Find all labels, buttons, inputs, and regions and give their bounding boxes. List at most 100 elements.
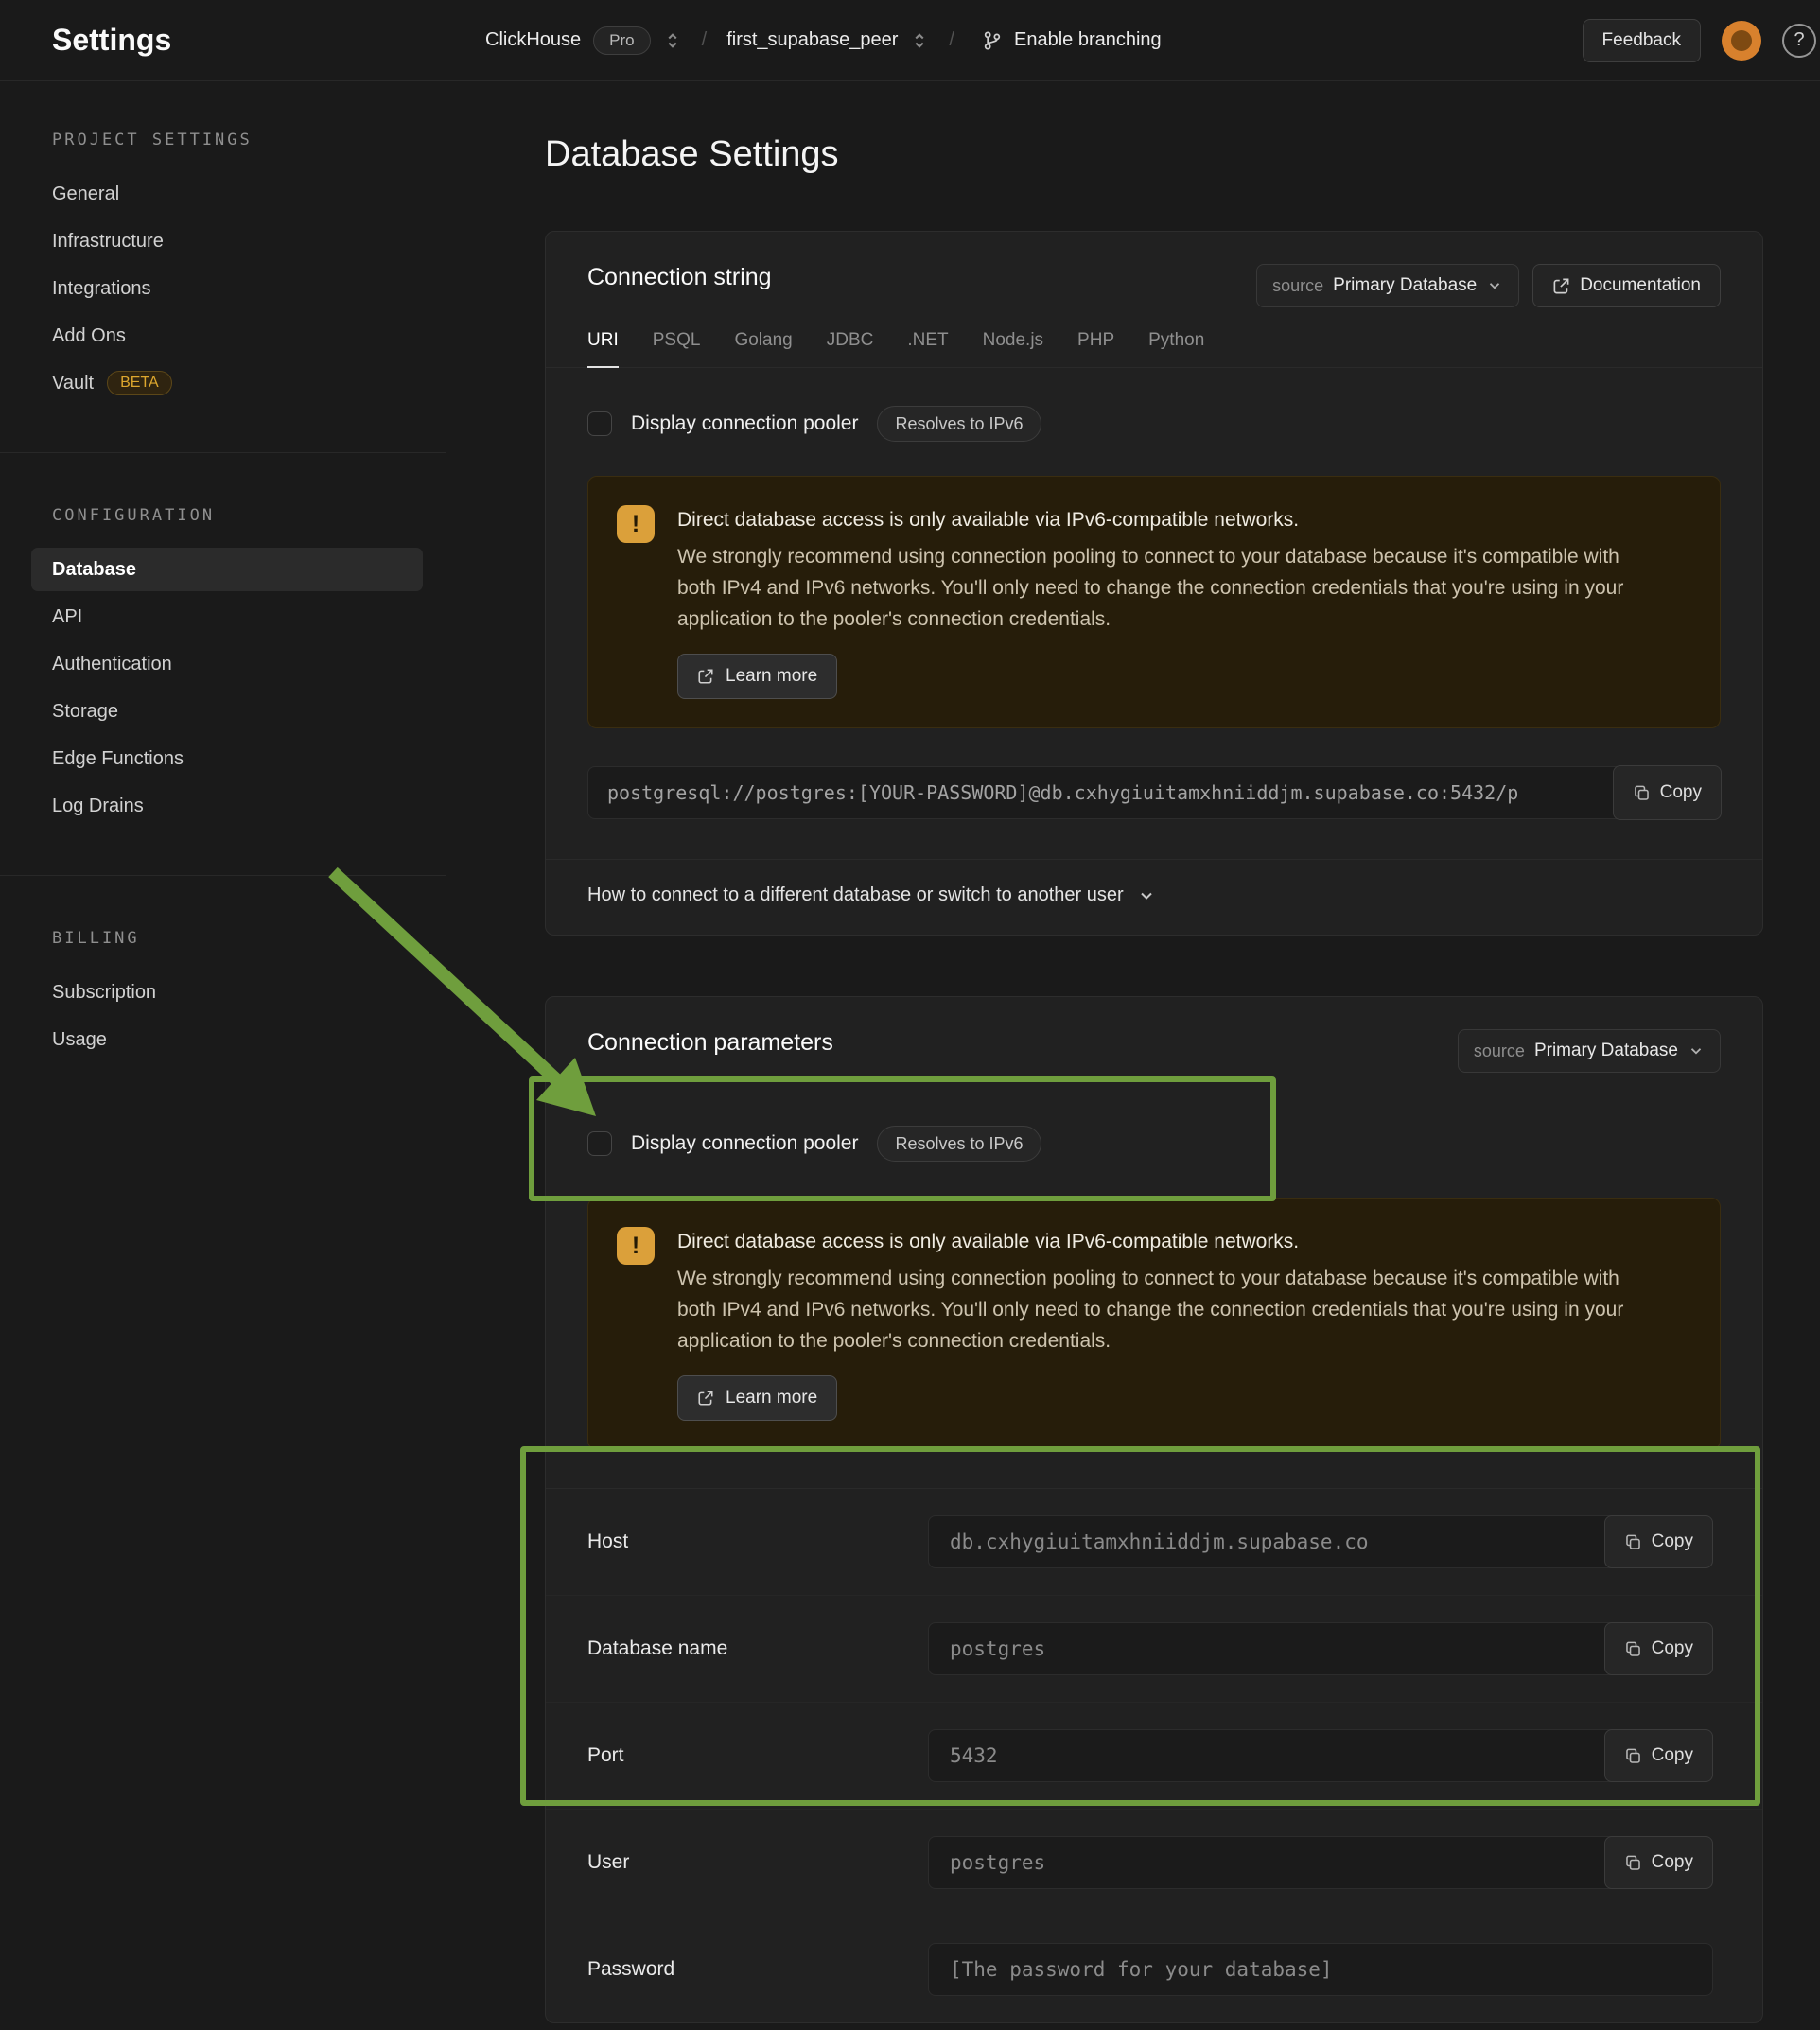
sidebar-item-infrastructure[interactable]: Infrastructure	[31, 219, 423, 263]
learn-more-button[interactable]: Learn more	[677, 654, 837, 699]
breadcrumb-project[interactable]: first_supabase_peer	[726, 29, 898, 51]
tab-golang[interactable]: Golang	[734, 330, 792, 368]
tab-nodejs[interactable]: Node.js	[983, 330, 1043, 368]
sidebar-item-database[interactable]: Database	[31, 548, 423, 591]
sidebar-section-project-settings: PROJECT SETTINGS General Infrastructure …	[0, 131, 446, 405]
connect-help-toggle[interactable]: How to connect to a different database o…	[546, 859, 1762, 935]
tab-dotnet[interactable]: .NET	[907, 330, 948, 368]
copy-button[interactable]: Copy	[1604, 1836, 1713, 1889]
sidebar-divider	[0, 875, 446, 876]
copy-button[interactable]: Copy	[1604, 1622, 1713, 1675]
alert-icon: !	[617, 1227, 655, 1265]
sidebar-section-title: CONFIGURATION	[31, 506, 423, 525]
settings-header: Settings	[0, 23, 446, 58]
sidebar-item-add-ons[interactable]: Add Ons	[31, 314, 423, 358]
external-link-icon	[697, 668, 714, 685]
settings-sidebar: PROJECT SETTINGS General Infrastructure …	[0, 81, 446, 2030]
ipv6-warning: ! Direct database access is only availab…	[587, 1198, 1721, 1450]
enable-branching-button[interactable]: Enable branching	[974, 29, 1162, 51]
param-row-database-name: Database name postgres Copy	[546, 1595, 1762, 1702]
source-value: Primary Database	[1534, 1041, 1678, 1061]
copy-label: Copy	[1652, 1852, 1693, 1873]
pooler-label: Display connection pooler	[631, 412, 858, 435]
source-label: source	[1474, 1041, 1525, 1061]
tab-psql[interactable]: PSQL	[653, 330, 701, 368]
sidebar-item-vault[interactable]: Vault BETA	[31, 361, 423, 405]
tab-php[interactable]: PHP	[1077, 330, 1114, 368]
help-icon[interactable]: ?	[1782, 24, 1816, 58]
breadcrumb-separator: /	[694, 29, 715, 51]
port-input[interactable]: 5432 Copy	[928, 1729, 1713, 1782]
password-input[interactable]	[950, 1958, 1691, 1981]
warning-body: We strongly recommend using connection p…	[677, 541, 1661, 635]
sidebar-item-label: Vault	[52, 373, 94, 394]
param-row-user: User postgres Copy	[546, 1809, 1762, 1916]
sidebar-section-billing: BILLING Subscription Usage	[0, 929, 446, 1061]
sidebar-item-subscription[interactable]: Subscription	[31, 971, 423, 1014]
param-value: 5432	[950, 1744, 998, 1767]
beta-badge: BETA	[107, 371, 172, 395]
body-row: PROJECT SETTINGS General Infrastructure …	[0, 81, 1820, 2030]
connection-string-title: Connection string	[587, 264, 772, 291]
sidebar-item-log-drains[interactable]: Log Drains	[31, 784, 423, 828]
breadcrumb: ClickHouse Pro / first_supabase_peer / E…	[446, 26, 1162, 55]
pooler-row: Display connection pooler Resolves to IP…	[587, 1126, 1721, 1162]
database-name-input[interactable]: postgres Copy	[928, 1622, 1713, 1675]
connection-string-input[interactable]: postgresql://postgres:[YOUR-PASSWORD]@db…	[587, 766, 1721, 819]
sidebar-item-general[interactable]: General	[31, 172, 423, 216]
tab-jdbc[interactable]: JDBC	[827, 330, 874, 368]
copy-button[interactable]: Copy	[1613, 765, 1722, 820]
display-connection-pooler-checkbox[interactable]	[587, 411, 612, 436]
chevron-down-icon	[1688, 1042, 1705, 1059]
sidebar-divider	[0, 452, 446, 453]
git-branch-icon	[982, 30, 1003, 51]
warning-title: Direct database access is only available…	[677, 505, 1661, 535]
copy-icon	[1624, 1640, 1642, 1658]
user-input[interactable]: postgres Copy	[928, 1836, 1713, 1889]
learn-more-button[interactable]: Learn more	[677, 1375, 837, 1421]
external-link-icon	[1552, 277, 1570, 295]
source-select[interactable]: source Primary Database	[1458, 1029, 1721, 1073]
feedback-label: Feedback	[1602, 30, 1681, 51]
copy-label: Copy	[1652, 1531, 1693, 1552]
connection-parameters-title: Connection parameters	[587, 1029, 833, 1057]
param-label: Host	[587, 1531, 928, 1553]
tab-uri[interactable]: URI	[587, 330, 619, 368]
documentation-label: Documentation	[1580, 275, 1701, 296]
documentation-button[interactable]: Documentation	[1532, 264, 1721, 307]
tab-python[interactable]: Python	[1148, 330, 1204, 368]
chevron-down-icon	[1137, 886, 1156, 905]
ipv6-warning: ! Direct database access is only availab…	[587, 476, 1721, 728]
top-bar-actions: Feedback ?	[1583, 19, 1820, 62]
feedback-button[interactable]: Feedback	[1583, 19, 1701, 62]
sidebar-item-storage[interactable]: Storage	[31, 690, 423, 733]
project-switcher-icon[interactable]	[910, 31, 929, 50]
connection-string-tabs: URI PSQL Golang JDBC .NET Node.js PHP Py…	[546, 307, 1762, 368]
display-connection-pooler-checkbox[interactable]	[587, 1131, 612, 1156]
source-label: source	[1272, 276, 1323, 296]
copy-label: Copy	[1652, 1745, 1693, 1766]
warning-body: We strongly recommend using connection p…	[677, 1263, 1661, 1356]
settings-title: Settings	[52, 23, 446, 58]
copy-button[interactable]: Copy	[1604, 1515, 1713, 1568]
app-root: Settings ClickHouse Pro / first_supabase…	[0, 0, 1820, 2030]
source-select[interactable]: source Primary Database	[1256, 264, 1519, 307]
org-switcher-icon[interactable]	[663, 31, 682, 50]
sidebar-section-title: BILLING	[31, 929, 423, 948]
connection-parameter-rows: Host db.cxhygiuitamxhniiddjm.supabase.co…	[546, 1488, 1762, 2022]
external-link-icon	[697, 1390, 714, 1407]
copy-button[interactable]: Copy	[1604, 1729, 1713, 1782]
host-input[interactable]: db.cxhygiuitamxhniiddjm.supabase.co Copy	[928, 1515, 1713, 1568]
sidebar-item-api[interactable]: API	[31, 595, 423, 639]
param-row-password: Password	[546, 1916, 1762, 2022]
org-avatar[interactable]	[1722, 21, 1761, 61]
copy-icon	[1624, 1854, 1642, 1872]
sidebar-item-usage[interactable]: Usage	[31, 1018, 423, 1061]
pooler-label: Display connection pooler	[631, 1132, 858, 1155]
breadcrumb-org[interactable]: ClickHouse	[485, 29, 581, 51]
warning-title: Direct database access is only available…	[677, 1227, 1661, 1257]
connection-string-row: postgresql://postgres:[YOUR-PASSWORD]@db…	[587, 766, 1721, 819]
sidebar-item-edge-functions[interactable]: Edge Functions	[31, 737, 423, 780]
sidebar-item-integrations[interactable]: Integrations	[31, 267, 423, 310]
sidebar-item-authentication[interactable]: Authentication	[31, 642, 423, 686]
